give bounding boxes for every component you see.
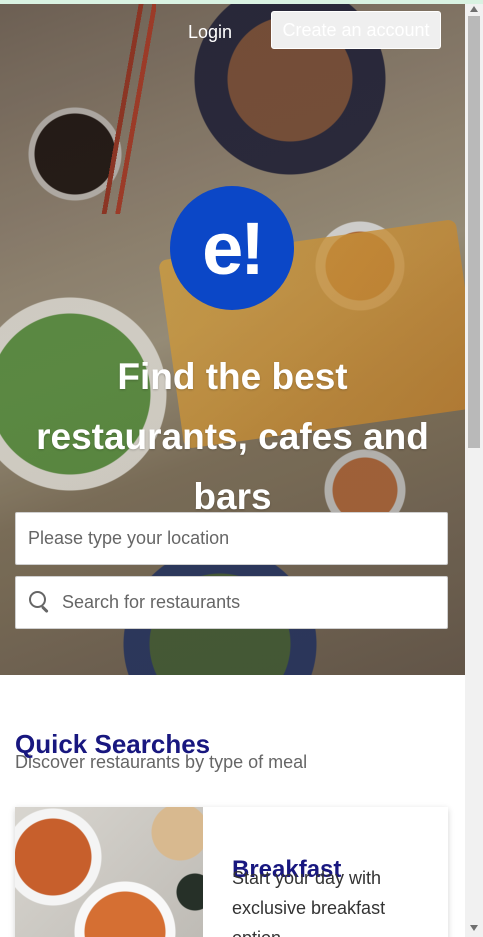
restaurant-search-input[interactable] — [54, 591, 447, 614]
search-icon — [28, 590, 54, 616]
page-viewport[interactable]: Login Create an account e! Find the best… — [0, 4, 465, 937]
scrollbar-thumb[interactable] — [468, 16, 480, 448]
scroll-down-arrow-icon[interactable] — [470, 925, 478, 931]
quick-searches-subtitle: Discover restaurants by type of meal — [15, 752, 308, 772]
brand-logo: e! — [170, 186, 294, 310]
breakfast-description: Start your day with exclusive breakfast … — [232, 868, 386, 937]
breakfast-card[interactable]: Breakfast Start your day with exclusive … — [15, 807, 448, 937]
login-link[interactable]: Login — [188, 22, 232, 43]
create-account-button[interactable]: Create an account — [271, 11, 441, 49]
scroll-up-arrow-icon[interactable] — [470, 6, 478, 12]
breakfast-food-image — [15, 807, 203, 937]
hero-headline: Find the best restaurants, cafes and bar… — [36, 355, 429, 517]
location-input[interactable] — [16, 527, 447, 550]
hero-section: Login Create an account e! Find the best… — [0, 4, 465, 675]
chopsticks-image — [96, 4, 156, 214]
restaurant-search-field[interactable] — [15, 576, 448, 629]
vertical-scrollbar[interactable] — [465, 4, 483, 937]
location-field[interactable] — [15, 512, 448, 565]
